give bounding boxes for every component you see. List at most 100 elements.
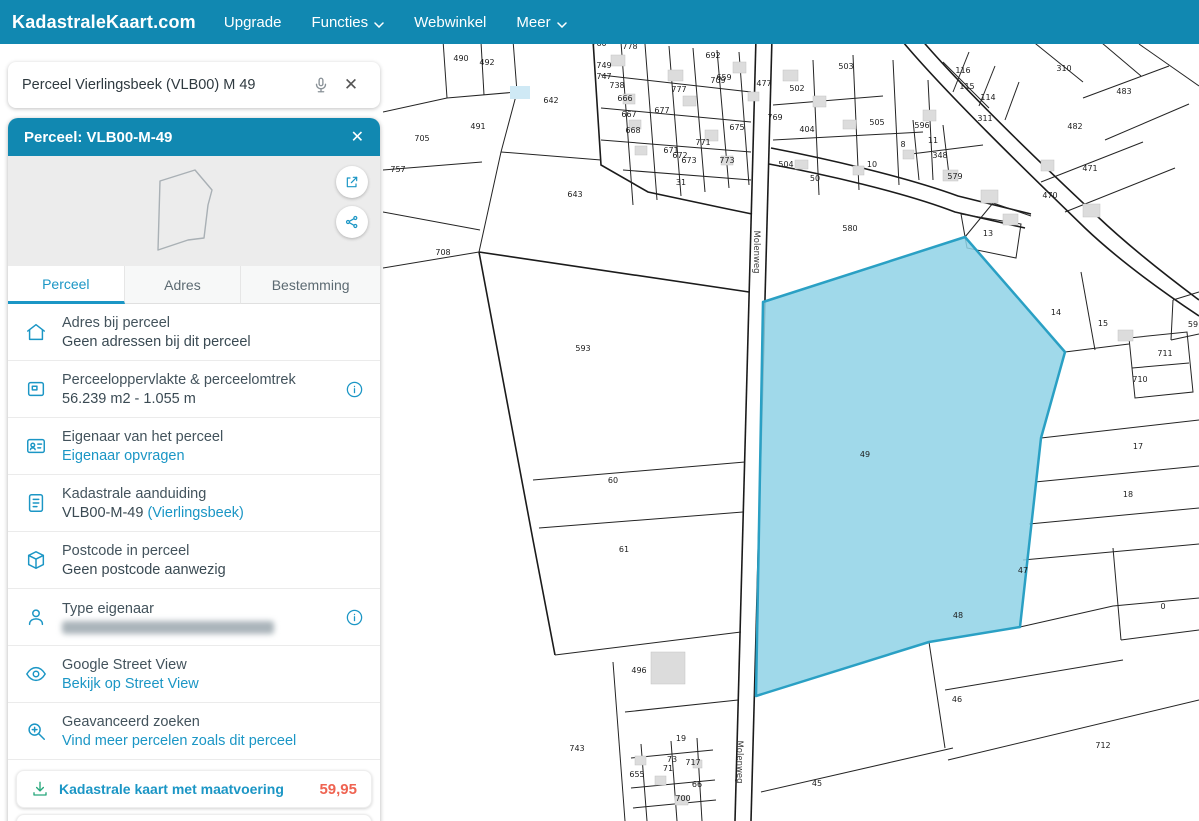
parcel-label: 116 xyxy=(955,66,970,75)
parcel-label: 492 xyxy=(479,58,494,67)
search-bar: ✕ xyxy=(8,62,380,108)
parcel-label: 31 xyxy=(676,178,686,187)
item-value: 56.239 m2 - 1.055 m xyxy=(62,391,337,407)
item-title: Adres bij perceel xyxy=(62,315,364,331)
tab-perceel[interactable]: Perceel xyxy=(8,266,125,304)
download-icon xyxy=(31,780,49,798)
list-item-postcode: Postcode in perceel Geen postcode aanwez… xyxy=(8,532,380,589)
eye-icon xyxy=(24,663,48,685)
parcel-label: 777 xyxy=(671,85,686,94)
owner-card-icon xyxy=(24,435,48,457)
product-kadastrale-kaart-pakket[interactable]: Kadastrale kaart pakket 28,95 xyxy=(16,814,372,821)
parcel-label: 504 xyxy=(778,160,793,169)
list-item-advanced-search: Geavanceerd zoeken Vind meer percelen zo… xyxy=(8,703,380,760)
parcel-label: 655 xyxy=(629,770,644,779)
parcel-label: 311 xyxy=(977,114,992,123)
parcel-label: 692 xyxy=(705,51,720,60)
parcel-label: 483 xyxy=(1116,87,1131,96)
parcel-label: 8 xyxy=(900,140,905,149)
parcel-label: 45 xyxy=(812,779,822,788)
owner-request-link[interactable]: Eigenaar opvragen xyxy=(62,448,364,464)
product-label: Kadastrale kaart met maatvoering xyxy=(59,781,319,797)
topbar: KadastraleKaart.com Upgrade Functies Web… xyxy=(0,0,1199,44)
parcel-label: 471 xyxy=(1082,164,1097,173)
nav-functies-label: Functies xyxy=(311,14,368,31)
parcel-label: 13 xyxy=(983,229,993,238)
tab-adres[interactable]: Adres xyxy=(125,266,242,304)
nav-meer[interactable]: Meer xyxy=(516,13,566,32)
share-icon[interactable] xyxy=(336,206,368,238)
parcel-label: 711 xyxy=(1157,349,1172,358)
parcel-label: 773 xyxy=(719,156,734,165)
item-title: Kadastrale aanduiding xyxy=(62,486,364,502)
parcel-label: 580 xyxy=(842,224,857,233)
open-external-icon[interactable] xyxy=(336,166,368,198)
home-icon xyxy=(24,321,48,343)
parcel-label: 700 xyxy=(675,794,690,803)
parcel-label: 668 xyxy=(625,126,640,135)
item-title: Postcode in perceel xyxy=(62,543,364,559)
area-icon xyxy=(24,378,48,400)
nav-functies[interactable]: Functies xyxy=(311,13,384,32)
clear-search-icon[interactable]: ✕ xyxy=(336,70,366,100)
parcel-label: 10 xyxy=(867,160,877,169)
parcel-label: 717 xyxy=(685,758,700,767)
parcel-label: 73 xyxy=(667,755,677,764)
road-label: Molenweg xyxy=(734,740,744,783)
parcel-label: 769 xyxy=(767,113,782,122)
item-title: Eigenaar van het perceel xyxy=(62,429,364,445)
panel-title: Perceel: VLB00-M-49 xyxy=(24,129,172,146)
cadastral-id-icon xyxy=(24,492,48,514)
item-title: Perceeloppervlakte & perceelomtrek xyxy=(62,372,337,388)
parcel-label: 771 xyxy=(695,138,710,147)
parcel-label: 404 xyxy=(799,125,814,134)
product-kadastrale-kaart-maatvoering[interactable]: Kadastrale kaart met maatvoering 59,95 xyxy=(16,770,372,808)
search-input[interactable] xyxy=(22,77,306,93)
nav-meer-label: Meer xyxy=(516,14,550,31)
info-icon[interactable] xyxy=(345,608,364,627)
preview-actions xyxy=(336,166,368,238)
advanced-search-link[interactable]: Vind meer percelen zoals dit perceel xyxy=(62,733,364,749)
microphone-icon[interactable] xyxy=(306,70,336,100)
person-icon xyxy=(24,606,48,628)
nav-webwinkel-label: Webwinkel xyxy=(414,14,486,31)
parcel-label: 482 xyxy=(1067,122,1082,131)
parcel-label: 496 xyxy=(631,666,646,675)
parcel-label: 659 xyxy=(716,73,731,82)
streetview-link[interactable]: Bekijk op Street View xyxy=(62,676,364,692)
parcel-label: 643 xyxy=(567,190,582,199)
parcel-label: 666 xyxy=(617,94,632,103)
parcel-label: 49 xyxy=(860,450,870,459)
municipality-link[interactable]: (Vierlingsbeek) xyxy=(147,505,243,521)
item-title: Google Street View xyxy=(62,657,364,673)
nav-webwinkel[interactable]: Webwinkel xyxy=(414,13,486,32)
parcel-label: 757 xyxy=(390,165,405,174)
panel-close-icon[interactable]: ✕ xyxy=(351,127,364,147)
chevron-down-icon xyxy=(374,15,384,32)
parcel-panel: Perceel: VLB00-M-49 ✕ Perceel Adres Best… xyxy=(8,118,380,821)
list-item-area: Perceeloppervlakte & perceelomtrek 56.23… xyxy=(8,361,380,418)
parcel-label: 17 xyxy=(1133,442,1143,451)
list-item-address: Adres bij perceel Geen adressen bij dit … xyxy=(8,304,380,361)
tab-bestemming[interactable]: Bestemming xyxy=(241,266,380,304)
item-value: VLB00-M-49 (Vierlingsbeek) xyxy=(62,505,364,521)
parcel-label: 642 xyxy=(543,96,558,105)
parcel-label: 46 xyxy=(952,695,962,704)
parcel-label: 114 xyxy=(980,93,995,102)
package-icon xyxy=(24,549,48,571)
parcel-label: 47 xyxy=(1018,566,1028,575)
parcel-label: 743 xyxy=(569,744,584,753)
parcel-label: 505 xyxy=(869,118,884,127)
highlighted-parcel[interactable] xyxy=(756,237,1065,696)
nav-upgrade[interactable]: Upgrade xyxy=(224,13,282,32)
info-icon[interactable] xyxy=(345,380,364,399)
advanced-search-icon xyxy=(24,720,48,742)
cadastral-map[interactable]: 4904927054917577086426435936061496743197… xyxy=(383,0,1199,821)
logo[interactable]: KadastraleKaart.com xyxy=(12,12,196,33)
parcel-label: 673 xyxy=(681,156,696,165)
parcel-label: 59 xyxy=(1188,320,1198,329)
parcel-label: 677 xyxy=(654,106,669,115)
chevron-down-icon xyxy=(557,15,567,32)
parcel-label: 712 xyxy=(1095,741,1110,750)
panel-header: Perceel: VLB00-M-49 ✕ xyxy=(8,118,380,156)
